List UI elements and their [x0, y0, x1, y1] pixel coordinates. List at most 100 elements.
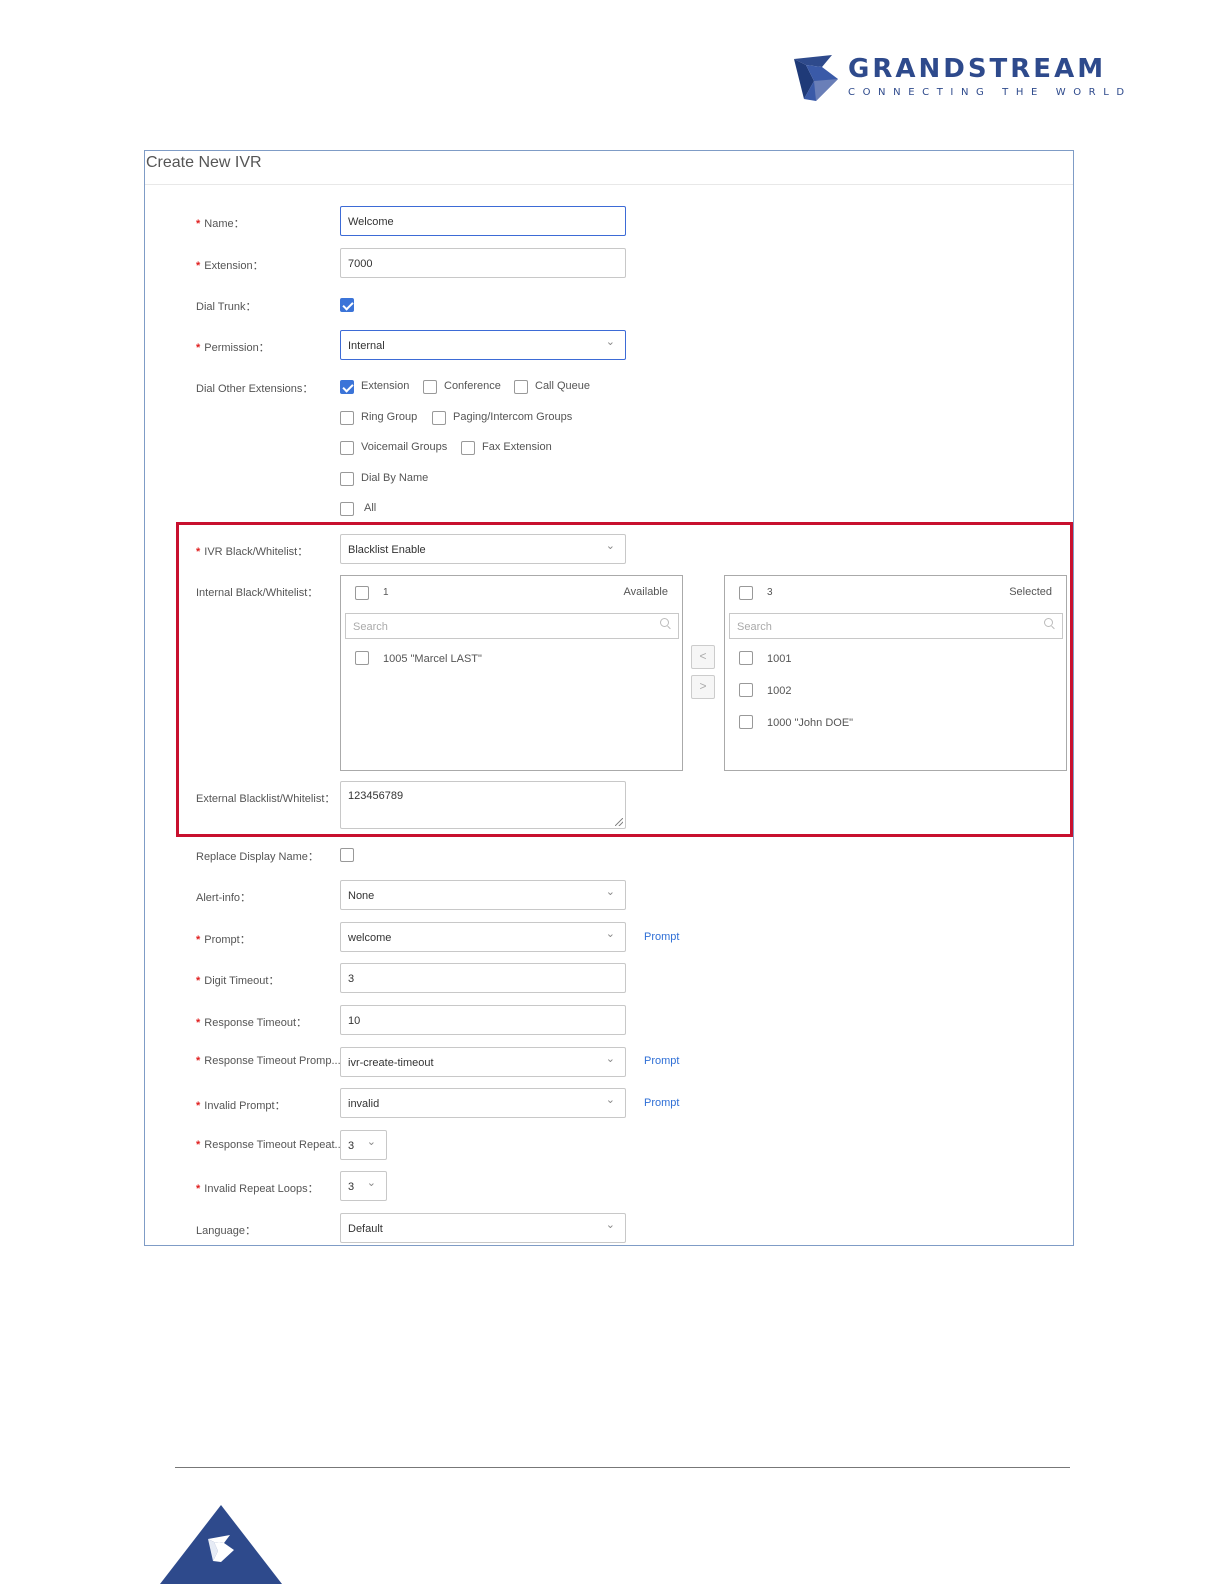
available-select-all-checkbox[interactable]	[355, 586, 369, 600]
dial-by-name-option-label: Dial By Name	[361, 472, 429, 484]
footer-divider	[175, 1467, 1070, 1468]
create-ivr-panel: Create New IVR * Name： Welcome * Extension…	[144, 150, 1074, 1246]
response-timeout-input[interactable]: 10	[340, 1005, 626, 1035]
conference-option-label: Conference	[444, 380, 501, 392]
move-left-button[interactable]: <	[691, 645, 715, 669]
extension-option-label: Extension	[361, 380, 410, 392]
selected-select-all-checkbox[interactable]	[739, 586, 753, 600]
required-marker: *	[196, 260, 201, 272]
required-marker: *	[196, 342, 201, 354]
alert-info-label: Alert-info：	[196, 892, 252, 904]
selected-count: 3	[767, 587, 773, 598]
available-list: 1 Available Search 1005 "Marcel LAST"	[340, 575, 683, 771]
paging-intercom-option-checkbox[interactable]	[432, 411, 446, 425]
required-marker: *	[196, 975, 201, 987]
selected-search-icon	[1044, 618, 1056, 630]
response-timeout-prompt-label: * Response Timeout Promp...	[196, 1055, 341, 1067]
list-item-checkbox[interactable]	[739, 715, 753, 729]
list-item-checkbox[interactable]	[739, 683, 753, 697]
prompt-link[interactable]: Prompt	[644, 931, 679, 943]
selected-title: Selected	[1009, 586, 1052, 598]
name-label: * Name：	[196, 218, 245, 230]
replace-display-name-checkbox[interactable]	[340, 848, 354, 862]
response-timeout-label: * Response Timeout：	[196, 1017, 307, 1029]
list-item-label: 1001	[767, 653, 792, 665]
required-marker: *	[196, 1183, 201, 1195]
list-item-label: 1000 "John DOE"	[767, 717, 854, 729]
brand-name: GRANDSTREAM	[848, 54, 1107, 84]
list-item[interactable]: 1000 "John DOE"	[725, 715, 1066, 735]
invalid-prompt-label: * Invalid Prompt：	[196, 1100, 286, 1112]
external-blacklist-whitelist-label: External Blacklist/Whitelist：	[196, 793, 336, 805]
list-item-checkbox[interactable]	[355, 651, 369, 665]
prompt-label: * Prompt：	[196, 934, 251, 946]
fax-extension-option-label: Fax Extension	[482, 441, 552, 453]
selected-list: 3 Selected Search 1001 1002 1000 "John D…	[724, 575, 1067, 771]
ring-group-option-label: Ring Group	[361, 411, 418, 423]
brand-tagline: CONNECTING THE WORLD	[848, 87, 1132, 98]
selected-search-input[interactable]: Search	[729, 613, 1063, 639]
dial-trunk-label: Dial Trunk：	[196, 301, 257, 313]
permission-label: * Permission：	[196, 342, 270, 354]
digit-timeout-input[interactable]: 3	[340, 963, 626, 993]
digit-timeout-label: * Digit Timeout：	[196, 975, 280, 987]
voicemail-groups-option-label: Voicemail Groups	[361, 441, 448, 453]
call-queue-option-checkbox[interactable]	[514, 380, 528, 394]
all-option-checkbox[interactable]	[340, 502, 354, 516]
list-item-checkbox[interactable]	[739, 651, 753, 665]
response-timeout-prompt-select[interactable]: ivr-create-timeout	[340, 1044, 626, 1077]
voicemail-groups-option-checkbox[interactable]	[340, 441, 354, 455]
all-option-label: All	[364, 502, 377, 514]
move-right-button[interactable]: >	[691, 675, 715, 699]
required-marker: *	[196, 546, 201, 558]
internal-black-whitelist-label: Internal Black/Whitelist：	[196, 587, 319, 599]
external-blacklist-whitelist-textarea[interactable]: 123456789	[340, 781, 626, 829]
list-item[interactable]: 1001	[725, 651, 1066, 671]
dial-by-name-option-checkbox[interactable]	[340, 472, 354, 486]
language-label: Language：	[196, 1225, 256, 1237]
footer-triangle-logo-icon	[160, 1505, 282, 1584]
response-timeout-repeat-select[interactable]: 3	[340, 1127, 387, 1160]
invalid-repeat-loops-label: * Invalid Repeat Loops：	[196, 1183, 319, 1195]
language-select[interactable]: Default	[340, 1210, 626, 1243]
conference-option-checkbox[interactable]	[423, 380, 437, 394]
available-search-icon	[660, 618, 672, 630]
extension-input[interactable]: 7000	[340, 248, 626, 278]
grandstream-logo: GRANDSTREAM CONNECTING THE WORLD	[790, 50, 1124, 110]
invalid-prompt-select[interactable]: invalid	[340, 1085, 626, 1118]
extension-option-checkbox[interactable]	[340, 380, 354, 394]
ivr-black-whitelist-select[interactable]: Blacklist Enable	[340, 531, 626, 564]
grandstream-mark-icon	[794, 55, 838, 101]
available-search-input[interactable]: Search	[345, 613, 679, 639]
list-item-label: 1002	[767, 685, 792, 697]
required-marker: *	[196, 1055, 201, 1067]
required-marker: *	[196, 1139, 201, 1151]
available-list-header: 1 Available	[341, 576, 682, 608]
list-item[interactable]: 1002	[725, 683, 1066, 703]
required-marker: *	[196, 1017, 201, 1029]
panel-title: Create New IVR	[145, 151, 1073, 185]
extension-label: * Extension：	[196, 260, 264, 272]
replace-display-name-label: Replace Display Name：	[196, 851, 319, 863]
list-item[interactable]: 1005 "Marcel LAST"	[341, 651, 682, 671]
dial-trunk-checkbox[interactable]	[340, 298, 354, 312]
permission-select[interactable]: Internal	[340, 327, 626, 360]
response-timeout-repeat-label: * Response Timeout Repeat...	[196, 1139, 344, 1151]
required-marker: *	[196, 934, 201, 946]
available-title: Available	[623, 586, 668, 598]
prompt-select[interactable]: welcome	[340, 919, 626, 952]
required-marker: *	[196, 1100, 201, 1112]
paging-intercom-option-label: Paging/Intercom Groups	[453, 411, 573, 423]
ring-group-option-checkbox[interactable]	[340, 411, 354, 425]
available-count: 1	[383, 587, 389, 598]
invalid-repeat-loops-select[interactable]: 3	[340, 1168, 387, 1201]
name-input[interactable]: Welcome	[340, 206, 626, 236]
fax-extension-option-checkbox[interactable]	[461, 441, 475, 455]
required-marker: *	[196, 218, 201, 230]
alert-info-select[interactable]: None	[340, 877, 626, 910]
selected-list-header: 3 Selected	[725, 576, 1066, 608]
ivr-black-whitelist-label: * IVR Black/Whitelist：	[196, 546, 309, 558]
response-timeout-prompt-link[interactable]: Prompt	[644, 1055, 679, 1067]
dial-other-extensions-label: Dial Other Extensions：	[196, 383, 314, 395]
invalid-prompt-link[interactable]: Prompt	[644, 1097, 679, 1109]
